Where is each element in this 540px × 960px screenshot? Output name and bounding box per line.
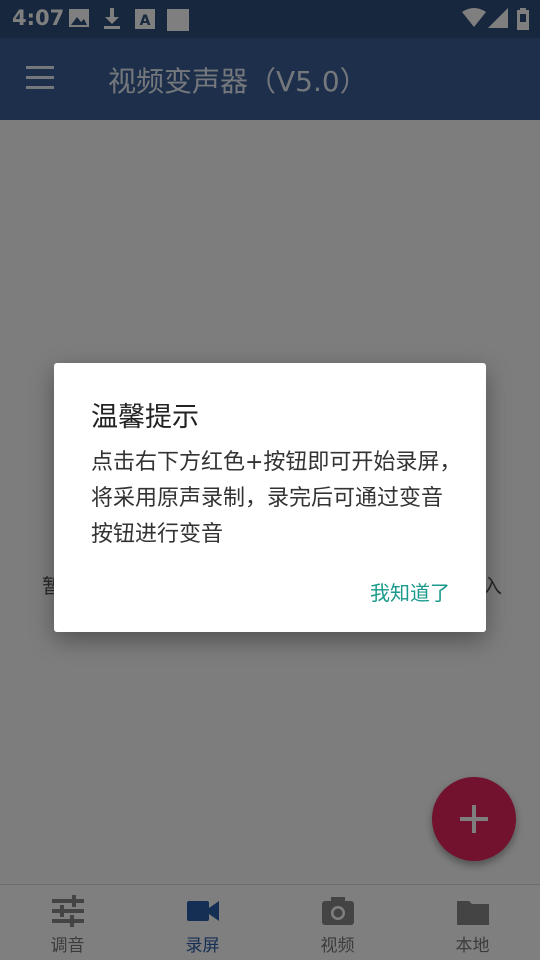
got-it-button[interactable]: 我知道了 xyxy=(370,577,450,606)
dialog-message: 点击右下方红色+按钮即可开始录屏，将采用原声录制，录完后可通过变音按钮进行变音 xyxy=(91,450,462,547)
tip-dialog: 温馨提示 点击右下方红色+按钮即可开始录屏，将采用原声录制，录完后可通过变音按钮… xyxy=(54,363,486,632)
dialog-title: 温馨提示 xyxy=(91,402,199,433)
